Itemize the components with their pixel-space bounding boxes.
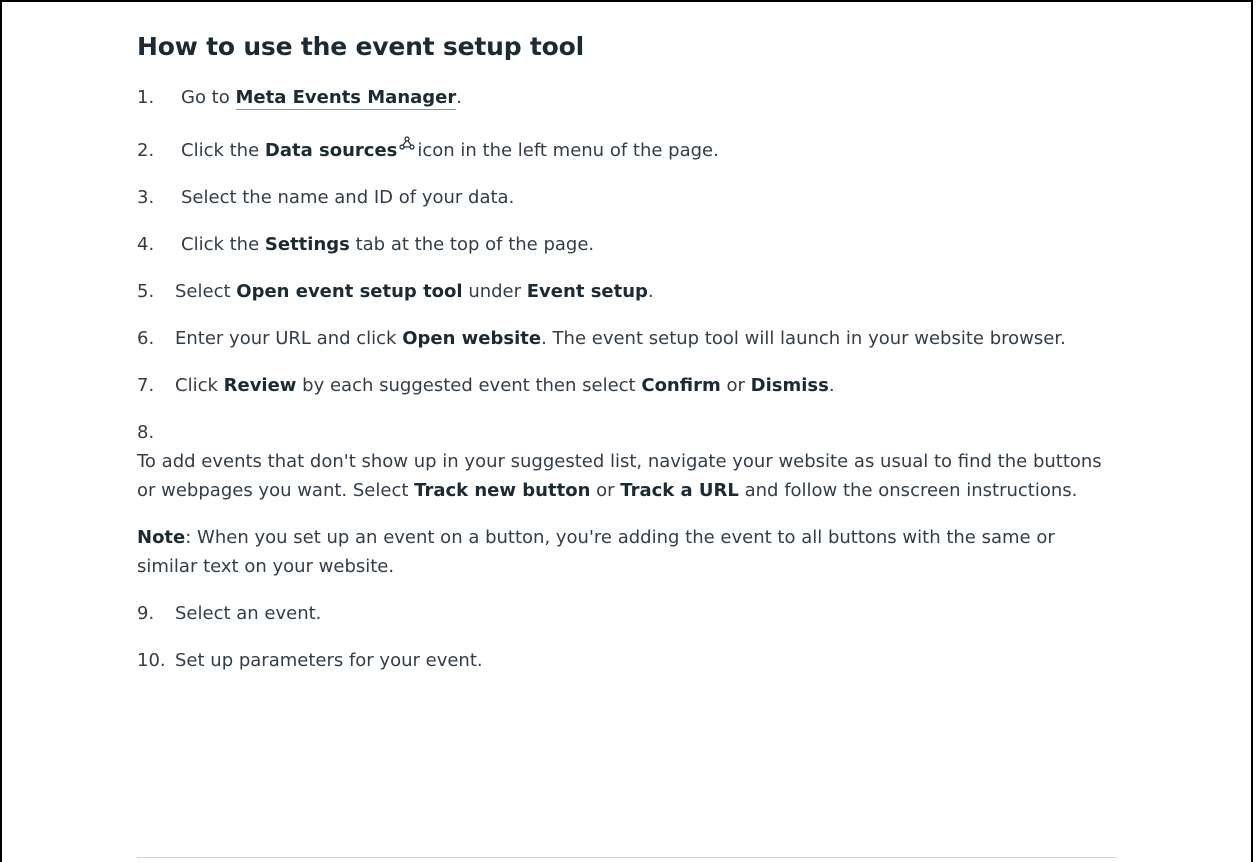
review-label: Review: [223, 375, 297, 396]
step-text: .: [647, 281, 654, 302]
step-4: 4. Click the Settings tab at the top of t…: [137, 230, 1117, 259]
article-content: How to use the event setup tool 1. Go to …: [137, 30, 1117, 675]
step-number: 9.: [137, 603, 155, 624]
step-2: 2. Click the Data sources icon in the left…: [137, 130, 1117, 165]
data-sources-label: Data sources: [264, 140, 398, 161]
step-text: Click: [175, 375, 218, 396]
step-text: Go to: [181, 87, 230, 108]
step-7: 7. Click Review by each suggested event t…: [137, 371, 1117, 400]
step-number: 8.: [137, 422, 155, 443]
step-10: 10. Set up parameters for your event.: [137, 646, 1117, 675]
confirm-label: Confirm: [641, 375, 721, 396]
step-text: and follow the onscreen instructions.: [744, 480, 1078, 501]
step-text: Select the name and ID of your data.: [181, 187, 515, 208]
step-number: 7.: [137, 375, 155, 396]
settings-label: Settings: [264, 234, 350, 255]
event-setup-label: Event setup: [526, 281, 648, 302]
step-9: 9. Select an event.: [137, 599, 1117, 628]
open-website-label: Open website: [402, 328, 542, 349]
step-text: or: [726, 375, 745, 396]
step-8: 8. To add events that don't show up in y…: [137, 418, 1117, 505]
step-number: 10.: [137, 650, 166, 671]
note-label: Note: [137, 527, 186, 548]
step-5: 5. Select Open event setup tool under Eve…: [137, 277, 1117, 306]
step-text: Set up parameters for your event.: [175, 650, 483, 671]
step-number: 1.: [137, 87, 155, 108]
step-number: 6.: [137, 328, 155, 349]
step-text: Enter your URL and click: [175, 328, 397, 349]
step-text: Select an event.: [175, 603, 322, 624]
step-number: 4.: [137, 234, 155, 255]
step-number: 5.: [137, 281, 155, 302]
step-text: under: [468, 281, 522, 302]
step-6: 6. Enter your URL and click Open website.…: [137, 324, 1117, 353]
step-text: .: [828, 375, 835, 396]
track-a-url-label: Track a URL: [620, 480, 739, 501]
step-text: .: [456, 87, 462, 108]
meta-events-manager-link[interactable]: Meta Events Manager: [235, 87, 457, 110]
open-event-setup-tool-label: Open event setup tool: [236, 281, 463, 302]
track-new-button-label: Track new button: [414, 480, 591, 501]
section-divider: [137, 857, 1117, 858]
step-1: 1. Go to Meta Events Manager.: [137, 83, 1117, 112]
step-number: 3.: [137, 187, 155, 208]
note: Note: When you set up an event on a butt…: [137, 523, 1117, 581]
step-text: Select: [175, 281, 231, 302]
dismiss-label: Dismiss: [750, 375, 829, 396]
step-text: icon in the left menu of the page.: [417, 140, 719, 161]
step-text: Click the: [181, 234, 260, 255]
step-text: by each suggested event then select: [302, 375, 636, 396]
step-text: Click the: [181, 140, 260, 161]
step-number: 2.: [137, 140, 155, 161]
step-3: 3. Select the name and ID of your data.: [137, 183, 1117, 212]
step-text: tab at the top of the page.: [355, 234, 595, 255]
page-title: How to use the event setup tool: [137, 32, 584, 61]
data-sources-icon: [399, 130, 415, 150]
step-text: or: [596, 480, 615, 501]
step-text: . The event setup tool will launch in yo…: [541, 328, 1066, 349]
note-text: : When you set up an event on a button, …: [137, 527, 1055, 577]
